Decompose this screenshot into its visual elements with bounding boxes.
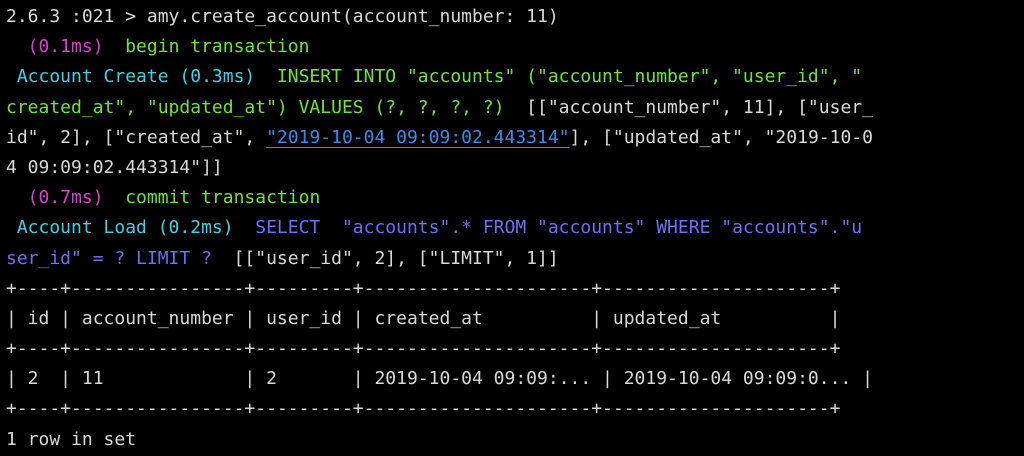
insert-line-1: Account Create (0.3ms) INSERT INTO "acco… (6, 62, 1020, 92)
select-label: Account Load (0.2ms) (6, 217, 234, 239)
select-binds: [["user_id", 2], ["LIMIT", 1]] (211, 247, 559, 269)
table-border-bottom: +----+----------------+---------+-------… (6, 394, 1020, 424)
select-line-2: ser_id" = ? LIMIT ? [["user_id", 2], ["L… (6, 244, 1020, 274)
begin-time: (0.1ms) (6, 36, 104, 58)
commit-sql: commit transaction (103, 187, 321, 209)
insert-line-3: id", 2], ["created_at", "2019-10-04 09:0… (6, 123, 1020, 153)
prompt-line: 2.6.3 :021 > amy.create_account(account_… (6, 2, 1020, 32)
command-text: 2.6.3 :021 > amy.create_account(account_… (6, 6, 559, 27)
table-border-middle: +----+----------------+---------+-------… (6, 334, 1020, 364)
commit-transaction-line: (0.7ms) commit transaction (6, 183, 1020, 213)
table-border-bottom-text: +----+----------------+---------+-------… (6, 398, 841, 420)
table-border-top-text: +----+----------------+---------+-------… (6, 277, 841, 299)
table-row-text: | 2 | 11 | 2 | 2019-10-04 09:09:... | 20… (6, 368, 873, 390)
insert-label: Account Create (0.3ms) (6, 66, 256, 88)
result-summary-text: 1 row in set (6, 428, 137, 450)
table-header-text: | id | account_number | user_id | create… (6, 307, 841, 329)
select-line-1: Account Load (0.2ms) SELECT "accounts".*… (6, 213, 1020, 243)
insert-sql-part-2: created_at", "updated_at") VALUES (?, ?,… (6, 96, 505, 118)
insert-binds-part-4: 4 09:09:02.443314"]] (6, 156, 223, 178)
insert-binds-part-2: id", 2], ["created_at", (6, 126, 267, 148)
commit-time: (0.7ms) (6, 187, 104, 209)
table-row: | 2 | 11 | 2 | 2019-10-04 09:09:... | 20… (6, 364, 1020, 394)
created-at-link[interactable]: "2019-10-04 09:09:02.443314" (266, 127, 569, 148)
insert-sql-part-1: INSERT INTO "accounts" ("account_number"… (255, 66, 863, 88)
insert-line-4: 4 09:09:02.443314"]] (6, 153, 1020, 183)
select-sql-part-1: SELECT "accounts".* FROM "accounts" WHER… (233, 217, 863, 239)
table-border-middle-text: +----+----------------+---------+-------… (6, 338, 841, 360)
terminal-window[interactable]: 2.6.3 :021 > amy.create_account(account_… (0, 0, 1024, 456)
insert-binds-part-3: ], ["updated_at", "2019-10-0 (569, 126, 873, 148)
result-summary: 1 row in set (6, 425, 1020, 455)
insert-binds-part-1: [["account_number", 11], ["user_ (504, 96, 873, 118)
table-border-top: +----+----------------+---------+-------… (6, 274, 1020, 304)
insert-line-2: created_at", "updated_at") VALUES (?, ?,… (6, 93, 1020, 123)
select-sql-part-2: ser_id" = ? LIMIT ? (6, 247, 212, 269)
begin-sql: begin transaction (103, 36, 310, 58)
table-header-row: | id | account_number | user_id | create… (6, 304, 1020, 334)
begin-transaction-line: (0.1ms) begin transaction (6, 32, 1020, 62)
